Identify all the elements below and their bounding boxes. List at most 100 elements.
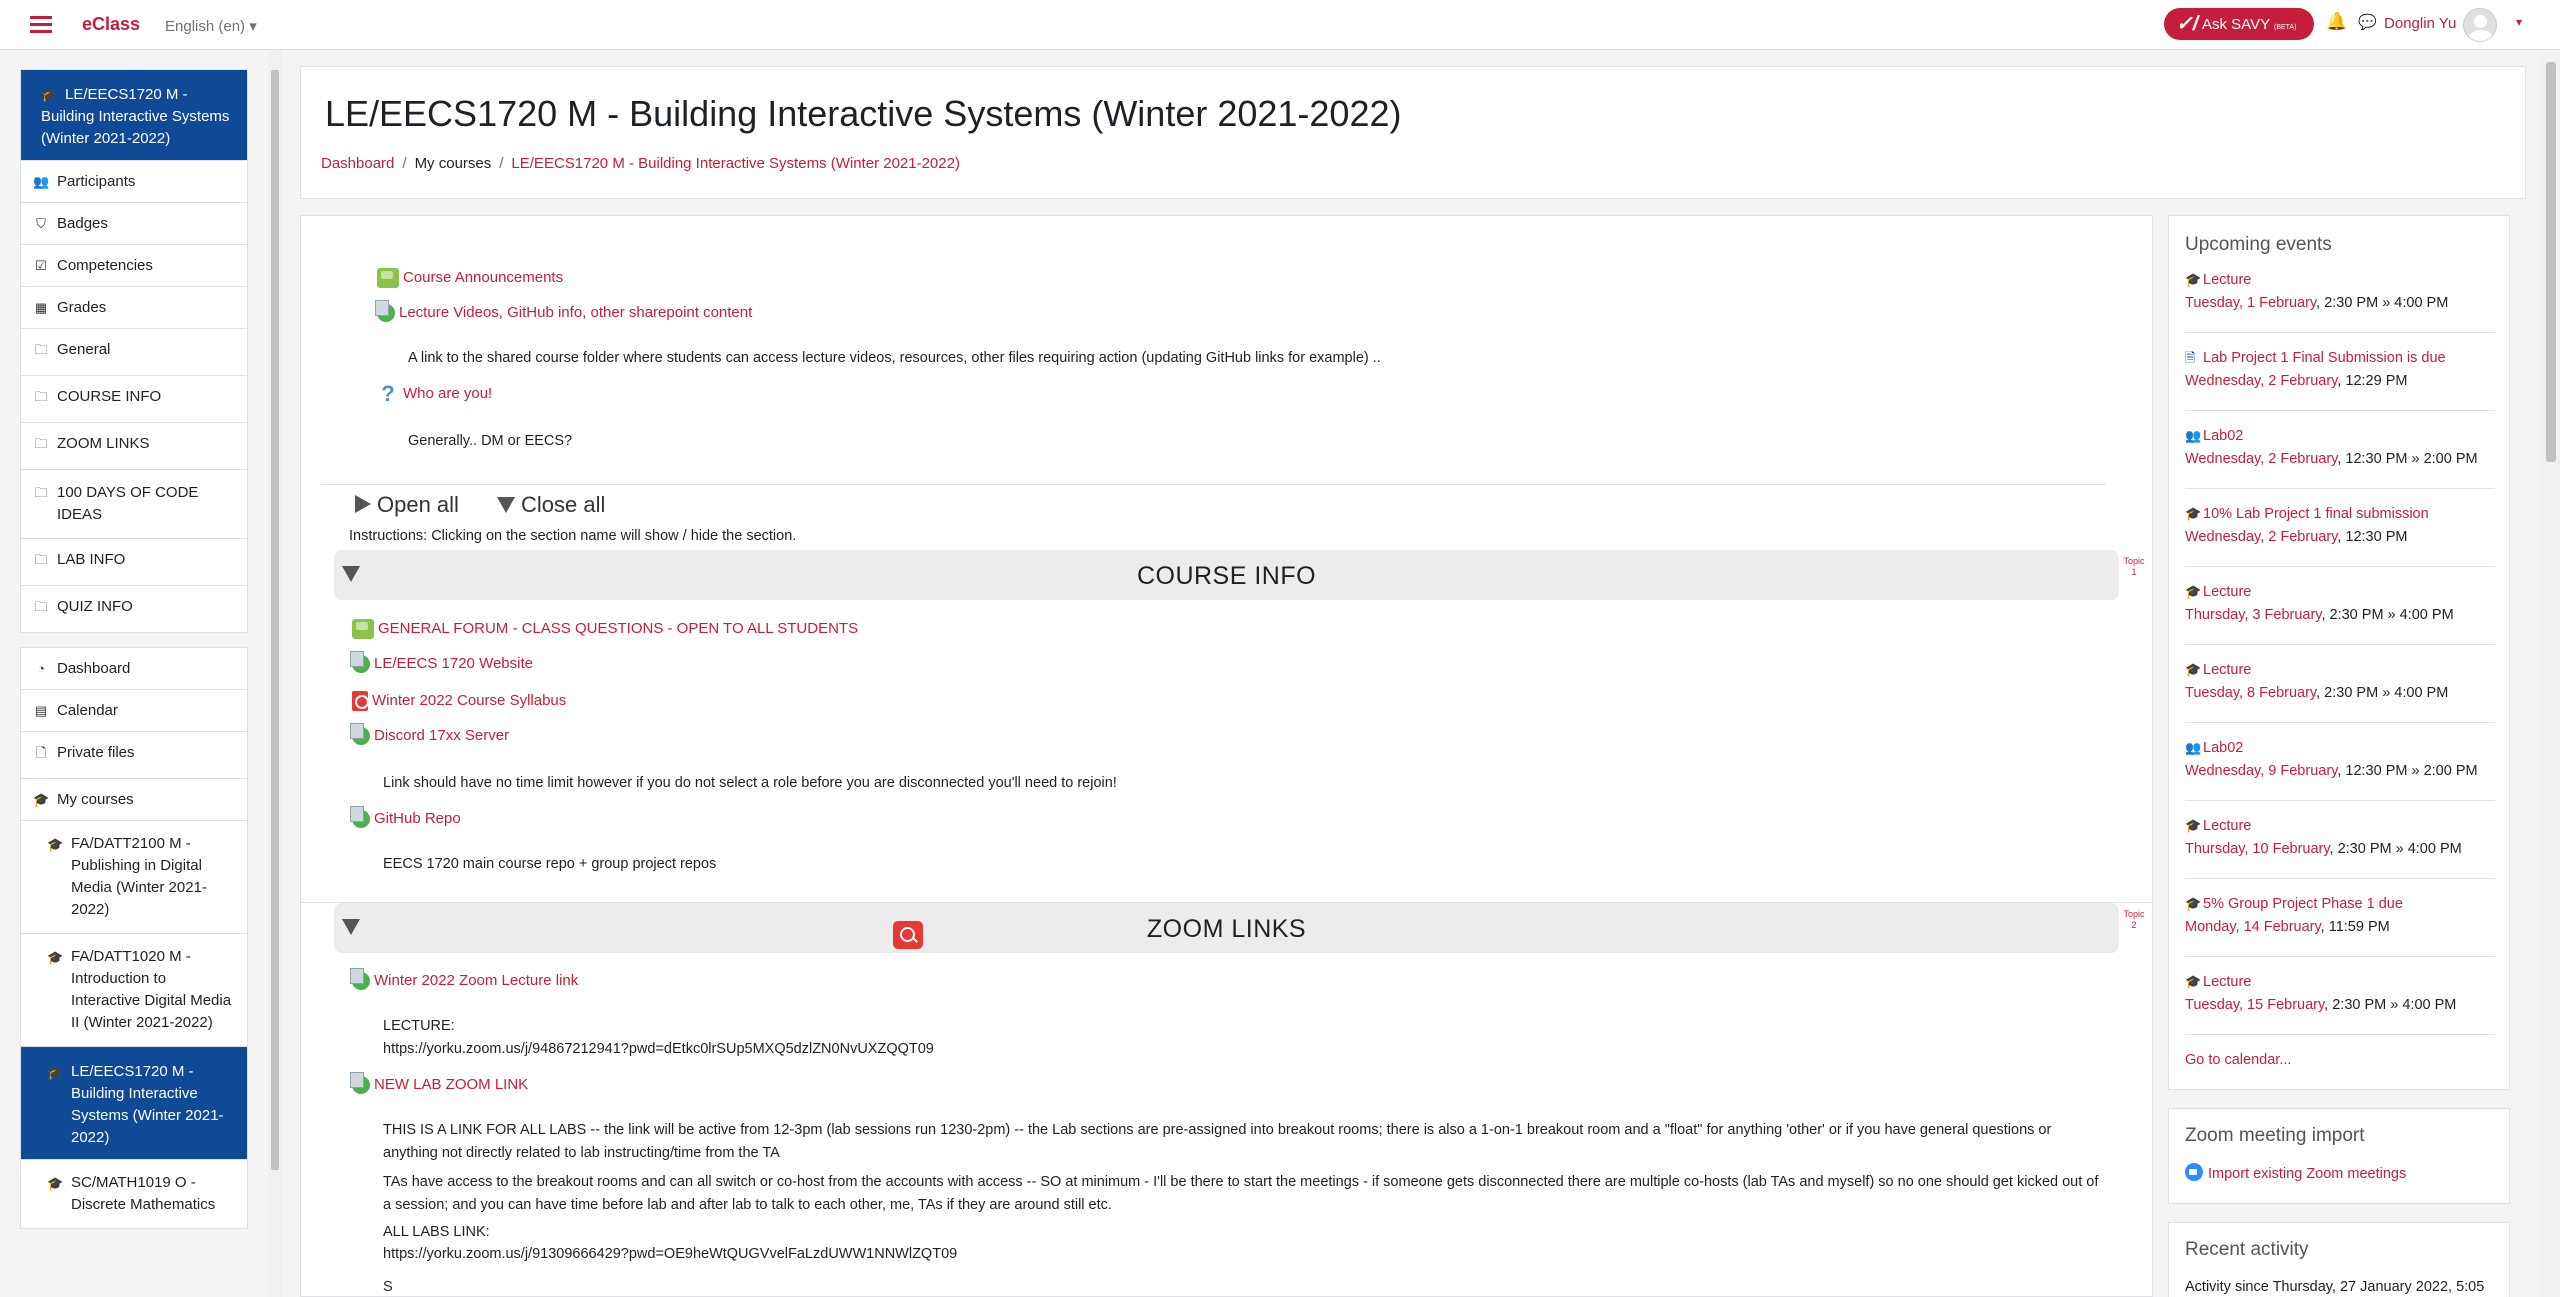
event-date-link[interactable]: Thursday, 3 February bbox=[2185, 607, 2321, 623]
event-name[interactable]: Lab02 bbox=[2203, 740, 2243, 756]
breadcrumb-dashboard[interactable]: Dashboard bbox=[321, 155, 394, 172]
drawer-item-competencies[interactable]: ☑ Competencies bbox=[20, 245, 248, 287]
drawer-item-general[interactable]: 🗀 General bbox=[20, 329, 248, 376]
activity-course-announcements[interactable]: Course Announcements bbox=[377, 268, 563, 288]
breadcrumb-course[interactable]: LE/EECS1720 M - Building Interactive Sys… bbox=[511, 155, 960, 172]
event-date-link[interactable]: Monday, 14 February bbox=[2185, 919, 2321, 935]
event-item[interactable]: 🎓 5% Group Project Phase 1 due Monday, 14 … bbox=[2185, 892, 2495, 939]
url-icon bbox=[350, 651, 370, 674]
activity-lecture-videos[interactable]: Lecture Videos, GitHub info, other share… bbox=[375, 300, 752, 323]
activity-website[interactable]: LE/EECS 1720 Website bbox=[350, 651, 533, 674]
event-item[interactable]: 🗎 Lab Project 1 Final Submission is due We… bbox=[2185, 346, 2495, 393]
activity-discord[interactable]: Discord 17xx Server bbox=[350, 723, 509, 746]
drawer-item-course-info[interactable]: 🗀 COURSE INFO bbox=[20, 376, 248, 423]
drawer-item-grades[interactable]: ▦ Grades bbox=[20, 287, 248, 329]
event-item[interactable]: 🎓 Lecture Tuesday, 1 February, 2:30 PM » 4… bbox=[2185, 268, 2495, 315]
event-separator bbox=[2185, 566, 2495, 567]
event-date-link[interactable]: Wednesday, 2 February bbox=[2185, 451, 2337, 467]
event-item[interactable]: 🎓 Lecture Tuesday, 15 February, 2:30 PM » … bbox=[2185, 970, 2495, 1017]
activity-who-are-you[interactable]: ? Who are you! bbox=[377, 383, 492, 405]
event-name[interactable]: 10% Lab Project 1 final submission bbox=[2203, 506, 2429, 522]
drawer-item-badges[interactable]: ⛉ Badges bbox=[20, 203, 248, 245]
drawer-item-my-courses[interactable]: 🎓 My courses bbox=[20, 779, 248, 821]
event-name[interactable]: Lecture bbox=[2203, 662, 2251, 678]
open-all-button[interactable]: Open all bbox=[355, 492, 459, 518]
check-square-icon: ☑ bbox=[35, 258, 47, 273]
go-to-calendar-link[interactable]: Go to calendar... bbox=[2185, 1052, 2291, 1068]
breadcrumb-separator: / bbox=[499, 155, 504, 172]
event-item[interactable]: 🎓 Lecture Thursday, 3 February, 2:30 PM » … bbox=[2185, 580, 2495, 627]
activity-link[interactable]: Lecture Videos, GitHub info, other share… bbox=[399, 304, 752, 321]
all-labs-url[interactable]: https://yorku.zoom.us/j/91309666429?pwd=… bbox=[383, 1243, 957, 1266]
event-item[interactable]: 🎓 Lecture Tuesday, 8 February, 2:30 PM » 4… bbox=[2185, 658, 2495, 705]
zoom-import-label[interactable]: Import existing Zoom meetings bbox=[2208, 1166, 2406, 1182]
drawer-item-lab-info[interactable]: 🗀 LAB INFO bbox=[20, 539, 248, 586]
drawer-course-datt1020[interactable]: 🎓 FA/DATT1020 M - Introduction to Interac… bbox=[20, 934, 248, 1047]
close-all-button[interactable]: Close all bbox=[497, 492, 605, 518]
drawer-item-dashboard[interactable]: ◔ Dashboard bbox=[20, 647, 248, 690]
drawer-scrollbar-thumb[interactable] bbox=[271, 70, 279, 1170]
drawer-item-100-days[interactable]: 🗀 100 DAYS OF CODE IDEAS bbox=[20, 470, 248, 539]
drawer-course-eecs1720[interactable]: 🎓 LE/EECS1720 M - Building Interactive Sy… bbox=[20, 1047, 248, 1160]
zoom-import-link[interactable]: Import existing Zoom meetings bbox=[2185, 1163, 2406, 1182]
event-date-link[interactable]: Tuesday, 15 February bbox=[2185, 997, 2324, 1013]
event-date-link[interactable]: Tuesday, 1 February bbox=[2185, 295, 2316, 311]
page-scrollbar-thumb[interactable] bbox=[2546, 62, 2556, 462]
user-name[interactable]: Donglin Yu bbox=[2384, 15, 2456, 32]
folder-icon: 🗀 bbox=[34, 485, 48, 500]
language-menu[interactable]: English (en) ▾ bbox=[165, 17, 257, 35]
section-course-info-header[interactable]: COURSE INFO bbox=[334, 550, 2119, 600]
menu-toggle-icon[interactable] bbox=[30, 12, 52, 36]
activity-github[interactable]: GitHub Repo bbox=[350, 806, 461, 829]
avatar[interactable] bbox=[2463, 8, 2497, 42]
activity-link[interactable]: LE/EECS 1720 Website bbox=[374, 655, 533, 672]
event-date-link[interactable]: Thursday, 10 February bbox=[2185, 841, 2330, 857]
activity-link[interactable]: NEW LAB ZOOM LINK bbox=[374, 1076, 528, 1093]
event-name[interactable]: Lab02 bbox=[2203, 428, 2243, 444]
drawer-item-label: Grades bbox=[57, 299, 107, 316]
message-icon[interactable]: 💬 bbox=[2358, 13, 2377, 31]
event-name[interactable]: Lecture bbox=[2203, 584, 2251, 600]
activity-link[interactable]: Winter 2022 Zoom Lecture link bbox=[374, 972, 578, 989]
drawer-item-private-files[interactable]: 🗋 Private files bbox=[20, 732, 248, 779]
drawer-course-math1019[interactable]: 🎓 SC/MATH1019 O - Discrete Mathematics bbox=[20, 1160, 248, 1229]
event-name[interactable]: Lecture bbox=[2203, 974, 2251, 990]
section-zoom-links-header[interactable]: ZOOM LINKS bbox=[334, 903, 2119, 953]
activity-lab-zoom[interactable]: NEW LAB ZOOM LINK bbox=[350, 1072, 528, 1095]
drawer-item-quiz-info[interactable]: 🗀 QUIZ INFO bbox=[20, 586, 248, 633]
drawer-item-calendar[interactable]: ▤ Calendar bbox=[20, 690, 248, 732]
activity-link[interactable]: GitHub Repo bbox=[374, 810, 461, 827]
lecture-url[interactable]: https://yorku.zoom.us/j/94867212941?pwd=… bbox=[383, 1038, 934, 1061]
activity-link[interactable]: Course Announcements bbox=[403, 269, 563, 286]
drawer-course-current[interactable]: 🎓 LE/EECS1720 M - Building Interactive Sy… bbox=[20, 69, 248, 161]
activity-link[interactable]: Winter 2022 Course Syllabus bbox=[372, 692, 566, 709]
event-item[interactable]: 🎓 Lecture Thursday, 10 February, 2:30 PM »… bbox=[2185, 814, 2495, 861]
search-icon[interactable] bbox=[893, 921, 923, 949]
drawer-item-participants[interactable]: 👥 Participants bbox=[20, 161, 248, 203]
activity-syllabus[interactable]: Winter 2022 Course Syllabus bbox=[352, 691, 566, 711]
drawer-item-label: Private files bbox=[57, 744, 135, 761]
drawer-course-datt2100[interactable]: 🎓 FA/DATT2100 M - Publishing in Digital M… bbox=[20, 821, 248, 934]
event-name[interactable]: Lecture bbox=[2203, 818, 2251, 834]
event-date-link[interactable]: Wednesday, 2 February bbox=[2185, 529, 2337, 545]
event-name[interactable]: 5% Group Project Phase 1 due bbox=[2203, 896, 2403, 912]
activity-link[interactable]: Who are you! bbox=[403, 385, 492, 402]
event-name[interactable]: Lab Project 1 Final Submission is due bbox=[2203, 350, 2446, 366]
ask-savy-button[interactable]: ✓/ Ask SAVY (BETA) bbox=[2164, 8, 2314, 40]
event-date-link[interactable]: Tuesday, 8 February bbox=[2185, 685, 2316, 701]
user-menu-chevron-icon[interactable]: ▾ bbox=[2516, 15, 2522, 29]
event-item[interactable]: 👥 Lab02 Wednesday, 9 February, 12:30 PM » … bbox=[2185, 736, 2495, 783]
site-brand[interactable]: eClass bbox=[82, 14, 140, 35]
event-item[interactable]: 🎓 10% Lab Project 1 final submission Wedne… bbox=[2185, 502, 2495, 549]
event-name[interactable]: Lecture bbox=[2203, 272, 2251, 288]
activity-description: EECS 1720 main course repo + group proje… bbox=[383, 856, 717, 872]
activity-link[interactable]: GENERAL FORUM - CLASS QUESTIONS - OPEN T… bbox=[378, 620, 858, 637]
bell-icon[interactable]: 🔔 bbox=[2326, 12, 2347, 32]
event-item[interactable]: 👥 Lab02 Wednesday, 2 February, 12:30 PM » … bbox=[2185, 424, 2495, 471]
activity-link[interactable]: Discord 17xx Server bbox=[374, 727, 509, 744]
activity-general-forum[interactable]: GENERAL FORUM - CLASS QUESTIONS - OPEN T… bbox=[352, 619, 858, 639]
event-date-link[interactable]: Wednesday, 2 February bbox=[2185, 373, 2337, 389]
activity-zoom-lecture[interactable]: Winter 2022 Zoom Lecture link bbox=[350, 968, 578, 991]
drawer-item-zoom-links[interactable]: 🗀 ZOOM LINKS bbox=[20, 423, 248, 470]
event-date-link[interactable]: Wednesday, 9 February bbox=[2185, 763, 2337, 779]
